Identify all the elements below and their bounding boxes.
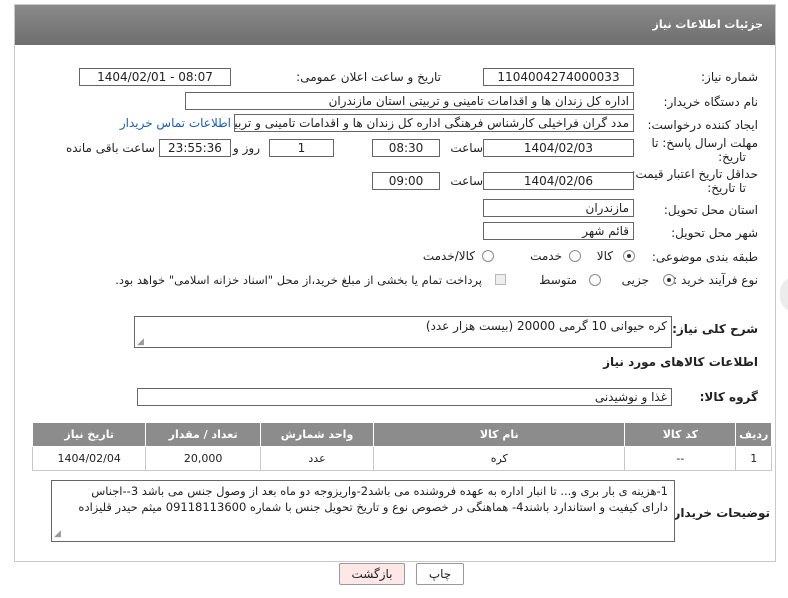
process-option-minor: جزیی — [621, 273, 649, 287]
buyer-notes-textarea[interactable]: 1-هزینه ی بار بری و... تا انبار اداره به… — [51, 480, 675, 542]
process-radio-medium[interactable] — [589, 274, 601, 286]
category-option-goods: کالا — [596, 249, 613, 263]
category-option-goods-service: کالا/خدمت — [422, 249, 475, 263]
remaining-time-field[interactable]: 23:55:36 — [159, 139, 231, 157]
buyer-notes-line-1: 1-هزینه ی بار بری و... تا انبار اداره به… — [91, 484, 668, 498]
buyer-org-field[interactable]: اداره کل زندان ها و اقدامات تامینی و ترب… — [185, 92, 634, 110]
items-section-title: اطلاعات کالاهای مورد نیاز — [603, 355, 758, 369]
cell-unit: عدد — [259, 446, 375, 471]
col-row-number: ردیف — [735, 422, 772, 447]
col-item-code: کد کالا — [624, 422, 737, 447]
category-option-service: خدمت — [530, 249, 562, 263]
print-button[interactable]: چاپ — [416, 563, 464, 585]
goods-group-label: گروه کالا: — [699, 390, 758, 404]
price-deadline-label-2: تا تاریخ: — [707, 181, 746, 195]
requester-field[interactable]: مدد گران فراخیلی کارشناس فرهنگی اداره کل… — [234, 114, 634, 132]
treasury-payment-checkbox[interactable] — [495, 274, 506, 285]
reply-time-label: ساعت — [450, 141, 483, 155]
category-label: طبقه بندی موضوعی: — [651, 250, 758, 264]
reply-deadline-label-1: مهلت ارسال پاسخ: تا — [651, 136, 758, 150]
requester-label: ایجاد کننده درخواست: — [647, 118, 758, 132]
buyer-notes-line-2: دارای کیفیت و استاندارد باشند4- هماهنگی … — [78, 500, 668, 514]
process-radio-minor[interactable] — [663, 274, 675, 286]
notes-resize-grip-icon[interactable]: ◢ — [54, 529, 61, 539]
city-field[interactable]: قائم شهر — [483, 222, 634, 240]
province-label: استان محل تحویل: — [663, 203, 758, 217]
col-quantity: تعداد / مقدار — [145, 422, 261, 447]
reply-days-field[interactable]: 1 — [269, 139, 334, 157]
category-radio-service[interactable] — [569, 250, 581, 262]
announce-datetime-field[interactable]: 1404/02/01 - 08:07 — [79, 68, 231, 86]
price-date-field[interactable]: 1404/02/06 — [483, 172, 634, 190]
back-button[interactable]: بازگشت — [339, 563, 405, 585]
panel-header: جزئیات اطلاعات نیاز — [15, 5, 775, 45]
city-label: شهر محل تحویل: — [671, 226, 758, 240]
price-deadline-label-1: حداقل تاریخ اعتبار قیمت: — [631, 167, 758, 181]
reply-time-field[interactable]: 08:30 — [372, 139, 440, 157]
reply-date-field[interactable]: 1404/02/03 — [483, 139, 634, 157]
buyer-notes-label: توضیحات خریدار: — [668, 506, 770, 520]
col-need-date: تاریخ نیاز — [31, 422, 147, 447]
need-number-label: شماره نیاز: — [701, 70, 758, 84]
treasury-payment-note: پرداخت تمام یا بخشی از مبلغ خرید،از محل … — [115, 273, 482, 287]
reply-deadline-label-2: تاریخ: — [718, 150, 746, 164]
summary-label: شرح کلی نیاز: — [672, 322, 758, 336]
category-radio-goods[interactable] — [623, 250, 635, 262]
process-option-medium: متوسط — [539, 273, 577, 287]
cell-need-date: 1404/02/04 — [31, 446, 147, 471]
price-time-label: ساعت — [450, 174, 483, 188]
resize-grip-icon[interactable]: ◢ — [137, 337, 144, 347]
panel-title: جزئیات اطلاعات نیاز — [652, 18, 764, 31]
items-table: ردیف کد کالا نام کالا واحد شمارش تعداد /… — [31, 422, 772, 471]
reply-days-label: روز و — [233, 141, 260, 155]
col-unit: واحد شمارش — [259, 422, 375, 447]
announce-label: تاریخ و ساعت اعلان عمومی: — [296, 70, 441, 84]
cell-item-name: کره — [373, 446, 626, 471]
buyer-org-label: نام دستگاه خریدار: — [663, 95, 759, 109]
summary-textarea[interactable]: کره حیوانی 10 گرمی 20000 (بیست هزار عدد) — [134, 316, 672, 348]
remaining-time-label: ساعت باقی مانده — [65, 141, 155, 155]
price-time-field[interactable]: 09:00 — [372, 172, 440, 190]
buyer-contact-link[interactable]: اطلاعات تماس خریدار — [120, 116, 231, 130]
process-label: نوع فرآیند خرید : — [673, 273, 758, 287]
need-number-field[interactable]: 1104004274000033 — [483, 68, 634, 86]
category-radio-goods-service[interactable] — [482, 250, 494, 262]
table-row[interactable]: 1 -- کره عدد 20,000 1404/02/04 — [31, 446, 772, 471]
cell-quantity: 20,000 — [145, 446, 261, 471]
col-item-name: نام کالا — [373, 422, 626, 447]
goods-group-field[interactable]: غذا و نوشیدنی — [137, 388, 672, 406]
province-field[interactable]: مازندران — [483, 199, 634, 217]
cell-item-code: -- — [624, 446, 737, 471]
cell-row-number: 1 — [735, 446, 772, 471]
